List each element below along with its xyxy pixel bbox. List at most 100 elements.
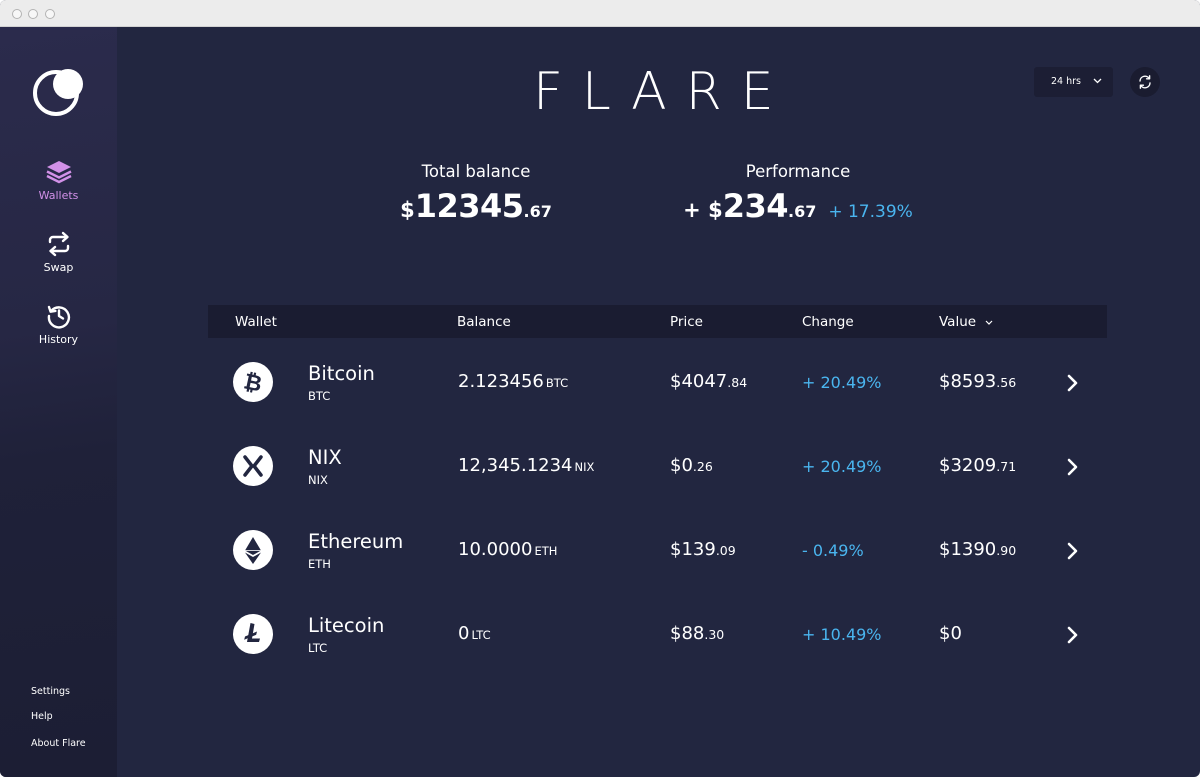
sidebar-item-swap[interactable]: Swap bbox=[0, 231, 117, 274]
price-cents: .84 bbox=[727, 375, 748, 390]
balance-amount: 2.123456 bbox=[458, 371, 544, 392]
performance-card: Performance + $234.67 + 17.39% bbox=[668, 162, 928, 225]
coin-balance: 10.0000 ETH bbox=[458, 539, 557, 560]
history-clock-icon bbox=[47, 305, 70, 329]
coin-price: $4047.84 bbox=[670, 371, 747, 392]
performance-value: + $234.67 + 17.39% bbox=[668, 187, 928, 225]
coin-symbol: ETH bbox=[308, 557, 331, 571]
value-whole: $1390 bbox=[939, 539, 997, 560]
balance-unit: NIX bbox=[574, 460, 595, 474]
refresh-icon bbox=[1139, 75, 1151, 89]
chevron-right-icon[interactable] bbox=[1066, 373, 1080, 393]
wallet-row-litecoin[interactable]: Litecoin LTC 0 LTC $88.30 + 10.49% $0 bbox=[208, 592, 1107, 676]
sidebar: Wallets Swap History Settings Help About… bbox=[0, 27, 117, 777]
coin-price: $139.09 bbox=[670, 539, 736, 560]
performance-label: Performance bbox=[745, 162, 851, 181]
coin-name: Litecoin bbox=[308, 614, 385, 637]
about-flare-link[interactable]: About Flare bbox=[31, 738, 86, 749]
coin-symbol: BTC bbox=[308, 389, 331, 403]
value-whole: $3209 bbox=[939, 455, 997, 476]
app-window: Wallets Swap History Settings Help About… bbox=[0, 0, 1200, 777]
balance-unit: BTC bbox=[545, 376, 569, 390]
value-cents: .56 bbox=[996, 375, 1017, 390]
sort-chevron-down-icon bbox=[985, 320, 993, 325]
help-link[interactable]: Help bbox=[31, 711, 53, 722]
coin-balance: 0 LTC bbox=[458, 623, 491, 644]
coin-symbol: NIX bbox=[308, 473, 328, 487]
balance-unit: ETH bbox=[534, 544, 558, 558]
layers-icon bbox=[45, 161, 72, 184]
performance-cents: .67 bbox=[788, 202, 817, 221]
coin-value: $3209.71 bbox=[939, 455, 1016, 476]
flare-logo-icon bbox=[32, 67, 86, 117]
value-cents: .71 bbox=[996, 459, 1017, 474]
chevron-right-icon[interactable] bbox=[1066, 457, 1080, 477]
price-cents: .09 bbox=[715, 543, 736, 558]
column-header-value-label: Value bbox=[939, 314, 977, 330]
value-cents: .90 bbox=[996, 543, 1017, 558]
column-header-change: Change bbox=[802, 314, 854, 330]
coin-symbol: LTC bbox=[308, 641, 328, 655]
chevron-down-icon bbox=[1093, 78, 1102, 84]
close-window-button[interactable] bbox=[12, 9, 22, 19]
column-header-wallet: Wallet bbox=[235, 314, 277, 330]
value-whole: $0 bbox=[939, 623, 962, 644]
title-bar bbox=[0, 0, 1200, 27]
zoom-window-button[interactable] bbox=[45, 9, 55, 19]
price-cents: .26 bbox=[692, 459, 713, 474]
settings-link[interactable]: Settings bbox=[31, 686, 70, 697]
performance-prefix: + $ bbox=[683, 198, 723, 222]
coin-change: + 20.49% bbox=[802, 373, 882, 392]
coin-price: $0.26 bbox=[670, 455, 713, 476]
bitcoin-icon: ₿ bbox=[233, 362, 273, 402]
chevron-right-icon[interactable] bbox=[1066, 625, 1080, 645]
coin-balance: 2.123456 BTC bbox=[458, 371, 568, 392]
sidebar-item-wallets[interactable]: Wallets bbox=[0, 159, 117, 202]
coin-change: + 20.49% bbox=[802, 457, 882, 476]
time-range-select[interactable]: 24 hrs bbox=[1034, 67, 1113, 97]
performance-whole: 234 bbox=[722, 187, 789, 225]
coin-name: NIX bbox=[308, 446, 342, 469]
coin-value: $1390.90 bbox=[939, 539, 1016, 560]
coin-change: + 10.49% bbox=[802, 625, 882, 644]
price-whole: $0 bbox=[670, 455, 693, 476]
balance-amount: 10.0000 bbox=[458, 539, 533, 560]
price-whole: $4047 bbox=[670, 371, 728, 392]
wallet-row-ethereum[interactable]: Ethereum ETH 10.0000 ETH $139.09 - 0.49% … bbox=[208, 508, 1107, 592]
column-header-price: Price bbox=[670, 314, 703, 330]
total-balance-whole: 12345 bbox=[414, 187, 524, 225]
column-header-balance: Balance bbox=[457, 314, 511, 330]
total-balance-cents: .67 bbox=[523, 202, 552, 221]
swap-arrows-icon bbox=[48, 231, 69, 257]
coin-name: Ethereum bbox=[308, 530, 404, 553]
sidebar-item-history[interactable]: History bbox=[0, 303, 117, 346]
price-whole: $88 bbox=[670, 623, 705, 644]
performance-percent: + 17.39% bbox=[828, 202, 913, 222]
balance-amount: 12,345.1234 bbox=[458, 455, 573, 476]
coin-balance: 12,345.1234 NIX bbox=[458, 455, 594, 476]
balance-unit: LTC bbox=[471, 628, 491, 642]
wallet-row-bitcoin[interactable]: ₿ Bitcoin BTC 2.123456 BTC $4047.84 + 20.… bbox=[208, 340, 1107, 424]
svg-text:₿: ₿ bbox=[241, 369, 264, 397]
sidebar-item-label: Swap bbox=[43, 261, 74, 274]
balance-amount: 0 bbox=[458, 623, 470, 644]
total-balance-label: Total balance bbox=[421, 162, 531, 181]
coin-name: Bitcoin bbox=[308, 362, 375, 385]
currency-symbol: $ bbox=[400, 198, 415, 222]
chevron-right-icon[interactable] bbox=[1066, 541, 1080, 561]
total-balance-value: $12345.67 bbox=[376, 187, 576, 225]
ethereum-icon bbox=[233, 530, 273, 570]
column-header-value[interactable]: Value bbox=[939, 314, 993, 330]
minimize-window-button[interactable] bbox=[28, 9, 38, 19]
coin-change: - 0.49% bbox=[802, 541, 864, 560]
price-cents: .30 bbox=[704, 627, 725, 642]
value-whole: $8593 bbox=[939, 371, 997, 392]
time-range-value: 24 hrs bbox=[1051, 76, 1081, 87]
wallet-row-nix[interactable]: NIX NIX 12,345.1234 NIX $0.26 + 20.49% $3… bbox=[208, 424, 1107, 508]
wallet-table-header: Wallet Balance Price Change Value bbox=[208, 305, 1107, 338]
nix-icon bbox=[233, 446, 273, 486]
refresh-button[interactable] bbox=[1130, 67, 1160, 97]
coin-value: $0 bbox=[939, 623, 962, 644]
total-balance-card: Total balance $12345.67 bbox=[376, 162, 576, 225]
litecoin-icon bbox=[233, 614, 273, 654]
